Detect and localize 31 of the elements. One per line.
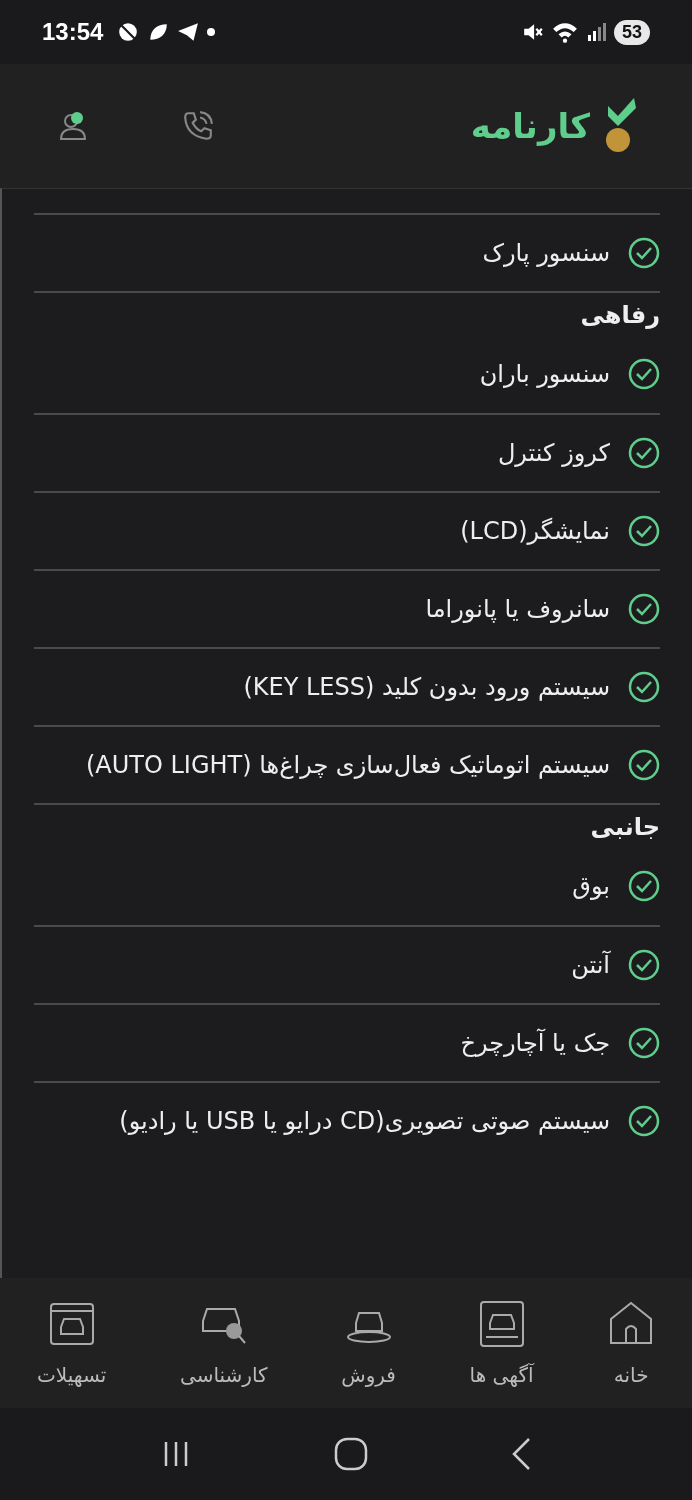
section-title: جانبی: [34, 803, 660, 847]
car-card-icon: [477, 1299, 526, 1347]
nav-tab[interactable]: تسهیلات: [36, 1299, 107, 1387]
feature-label: نمایشگر(LCD): [460, 515, 610, 547]
feature-label: آنتن: [571, 949, 610, 981]
leaf-icon: [147, 21, 170, 43]
feature-label: سانروف یا پانوراما: [425, 593, 610, 625]
nav-tab[interactable]: آگهی ها: [469, 1299, 534, 1387]
dot-icon: [207, 28, 216, 36]
account-icon[interactable]: [58, 111, 88, 141]
feature-label: جک یا آچارچرخ: [460, 1027, 610, 1059]
section-title: رفاهی: [34, 291, 660, 335]
logo-text: کارنامه: [470, 106, 590, 146]
feature-label: سیستم صوتی تصویری(CD درایو یا USB یا رادیو): [119, 1105, 610, 1137]
status-time: 13:54: [42, 18, 104, 46]
back-icon[interactable]: [510, 1437, 531, 1471]
nav-tab[interactable]: خانه: [607, 1299, 656, 1387]
nav-tab[interactable]: کارشناسی: [179, 1299, 268, 1387]
signal-icon: [585, 21, 606, 43]
home-button-icon[interactable]: [334, 1437, 368, 1471]
feature-label: سنسور باران: [479, 358, 610, 390]
notification-off-icon: [117, 21, 140, 43]
feature-label: سنسور پارک: [482, 237, 610, 269]
phone-icon[interactable]: [182, 110, 214, 142]
battery-level: 53: [613, 19, 650, 45]
feature-label: سیستم ورود بدون کلید (KEY LESS): [243, 671, 610, 703]
feature-label: کروز کنترل: [497, 437, 610, 469]
feature-label: سیستم اتوماتیک فعال‌سازی چراغ‌ها (AUTO LIGHT): [85, 749, 610, 781]
feature-label: بوق: [572, 870, 610, 902]
nav-tab[interactable]: فروش: [341, 1299, 396, 1387]
wifi-icon: [551, 21, 578, 43]
